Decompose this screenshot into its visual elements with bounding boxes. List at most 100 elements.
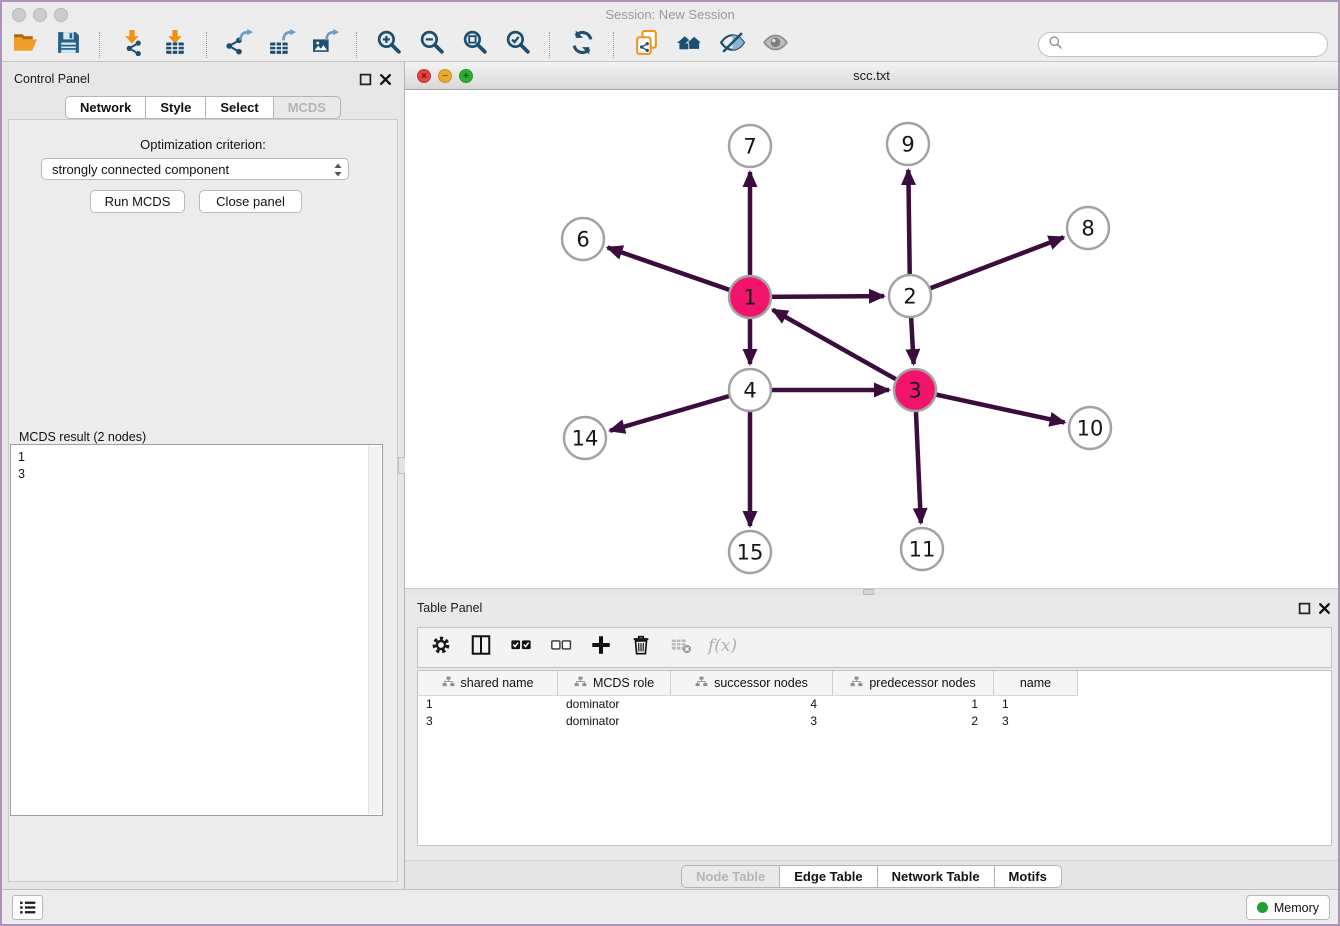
- control-panel-title: Control Panel: [14, 72, 90, 86]
- table-cell[interactable]: 2: [833, 713, 994, 730]
- table-cell[interactable]: dominator: [558, 713, 671, 730]
- tab-select[interactable]: Select: [205, 96, 273, 119]
- graph-node-label: 9: [901, 133, 914, 157]
- select-all-button[interactable]: [508, 635, 534, 661]
- toolbar-separator: [356, 32, 358, 58]
- graph-node-3[interactable]: 3: [894, 369, 936, 411]
- network-canvas[interactable]: 7 9 6 8 1 2 4 3 14 10 15 11: [405, 90, 1338, 588]
- control-panel-tabs: NetworkStyleSelectMCDS: [2, 96, 404, 119]
- graph-edge-2-8[interactable]: [910, 237, 1064, 296]
- hide-style-button[interactable]: [717, 30, 747, 60]
- graph-node-15[interactable]: 15: [729, 531, 771, 573]
- float-panel-icon[interactable]: [359, 73, 372, 86]
- result-scrollbar[interactable]: [368, 446, 381, 814]
- gear-icon: [430, 634, 452, 661]
- search-icon: [1048, 35, 1063, 55]
- table-cell[interactable]: 3: [671, 713, 833, 730]
- memory-button[interactable]: Memory: [1246, 895, 1330, 920]
- show-style-button[interactable]: [760, 30, 790, 60]
- table-cell[interactable]: 1: [833, 696, 994, 713]
- mcds-result-node: 3: [18, 466, 25, 483]
- deselect-all-button[interactable]: [548, 635, 574, 661]
- zoom-in-button[interactable]: [374, 30, 404, 60]
- titlebar: Session: New Session: [2, 2, 1338, 29]
- close-table-panel-icon[interactable]: [1318, 602, 1331, 615]
- tab-network[interactable]: Network: [65, 96, 146, 119]
- tab-edge-table[interactable]: Edge Table: [779, 865, 877, 888]
- zoom-fit-icon: [462, 29, 489, 61]
- gear-button[interactable]: [428, 635, 454, 661]
- task-history-button[interactable]: [12, 895, 43, 920]
- column-header-predecessor-nodes[interactable]: predecessor nodes: [833, 671, 994, 696]
- zoom-selected-button[interactable]: [503, 30, 533, 60]
- graph-node-label: 8: [1081, 217, 1094, 241]
- graph-node-7[interactable]: 7: [729, 125, 771, 167]
- table-cell[interactable]: 1: [418, 696, 558, 713]
- network-window-titlebar: × − + scc.txt: [405, 62, 1338, 90]
- table-cell[interactable]: 3: [418, 713, 558, 730]
- graph-node-4[interactable]: 4: [729, 369, 771, 411]
- column-header-label: MCDS role: [593, 676, 654, 690]
- graph-node-14[interactable]: 14: [564, 417, 606, 459]
- column-header-shared-name[interactable]: shared name: [418, 671, 558, 696]
- export-network-button[interactable]: [224, 30, 254, 60]
- refresh-view-icon: [569, 29, 596, 61]
- clone-network-button[interactable]: [631, 30, 661, 60]
- float-table-panel-icon[interactable]: [1298, 602, 1311, 615]
- tab-style[interactable]: Style: [145, 96, 206, 119]
- graph-node-1[interactable]: 1: [729, 276, 771, 318]
- close-panel-icon[interactable]: [379, 73, 392, 86]
- export-image-button[interactable]: [310, 30, 340, 60]
- zoom-fit-button[interactable]: [460, 30, 490, 60]
- table-row[interactable]: 3dominator323: [418, 713, 1331, 730]
- run-mcds-button[interactable]: Run MCDS: [90, 190, 185, 213]
- table-cell[interactable]: 1: [994, 696, 1078, 713]
- table-panel: Table Panel f(x) shared nameMCDS rolesuc…: [405, 596, 1338, 890]
- table-cell[interactable]: 3: [994, 713, 1078, 730]
- criterion-dropdown[interactable]: strongly connected component: [41, 158, 349, 180]
- graph-node-6[interactable]: 6: [562, 218, 604, 260]
- table-cell[interactable]: dominator: [558, 696, 671, 713]
- hierarchy-icon: [442, 676, 455, 691]
- open-session-button[interactable]: [10, 30, 40, 60]
- graph-node-2[interactable]: 2: [889, 275, 931, 317]
- graph-node-10[interactable]: 10: [1069, 407, 1111, 449]
- column-header-successor-nodes[interactable]: successor nodes: [671, 671, 833, 696]
- graph-node-8[interactable]: 8: [1067, 207, 1109, 249]
- delete-column-icon: [630, 634, 652, 661]
- close-panel-button[interactable]: Close panel: [199, 190, 302, 213]
- memory-status-icon: [1257, 902, 1268, 913]
- tab-mcds[interactable]: MCDS: [273, 96, 341, 119]
- graph-edge-3-10[interactable]: [915, 390, 1065, 422]
- export-table-button[interactable]: [267, 30, 297, 60]
- horizontal-splitter-handle[interactable]: [863, 589, 874, 595]
- graph-node-11[interactable]: 11: [901, 528, 943, 570]
- graph-edge-3-1[interactable]: [773, 310, 915, 390]
- graph-node-label: 14: [572, 427, 599, 451]
- import-table-button[interactable]: [160, 30, 190, 60]
- graph-edge-1-6[interactable]: [608, 248, 750, 297]
- network-graph: 7 9 6 8 1 2 4 3 14 10 15 11: [405, 90, 1338, 588]
- save-session-button[interactable]: [53, 30, 83, 60]
- refresh-view-button[interactable]: [567, 30, 597, 60]
- zoom-out-button[interactable]: [417, 30, 447, 60]
- tab-motifs[interactable]: Motifs: [994, 865, 1062, 888]
- column-button[interactable]: [468, 635, 494, 661]
- search-input[interactable]: [1068, 37, 1327, 53]
- criterion-dropdown-value: strongly connected component: [52, 162, 229, 177]
- graph-node-9[interactable]: 9: [887, 123, 929, 165]
- column-header-mcds-role[interactable]: MCDS role: [558, 671, 671, 696]
- tab-node-table[interactable]: Node Table: [681, 865, 780, 888]
- table-cell[interactable]: 4: [671, 696, 833, 713]
- search-box[interactable]: [1038, 32, 1328, 57]
- control-panel: Control Panel NetworkStyleSelectMCDS Opt…: [2, 62, 404, 890]
- tab-network-table[interactable]: Network Table: [877, 865, 995, 888]
- table-row[interactable]: 1dominator411: [418, 696, 1331, 713]
- clone-network-icon: [633, 29, 660, 61]
- delete-column-button[interactable]: [628, 635, 654, 661]
- import-network-button[interactable]: [117, 30, 147, 60]
- home-view-button[interactable]: [674, 30, 704, 60]
- add-column-button[interactable]: [588, 635, 614, 661]
- column-header-name[interactable]: name: [994, 671, 1078, 696]
- graph-node-label: 7: [743, 135, 756, 159]
